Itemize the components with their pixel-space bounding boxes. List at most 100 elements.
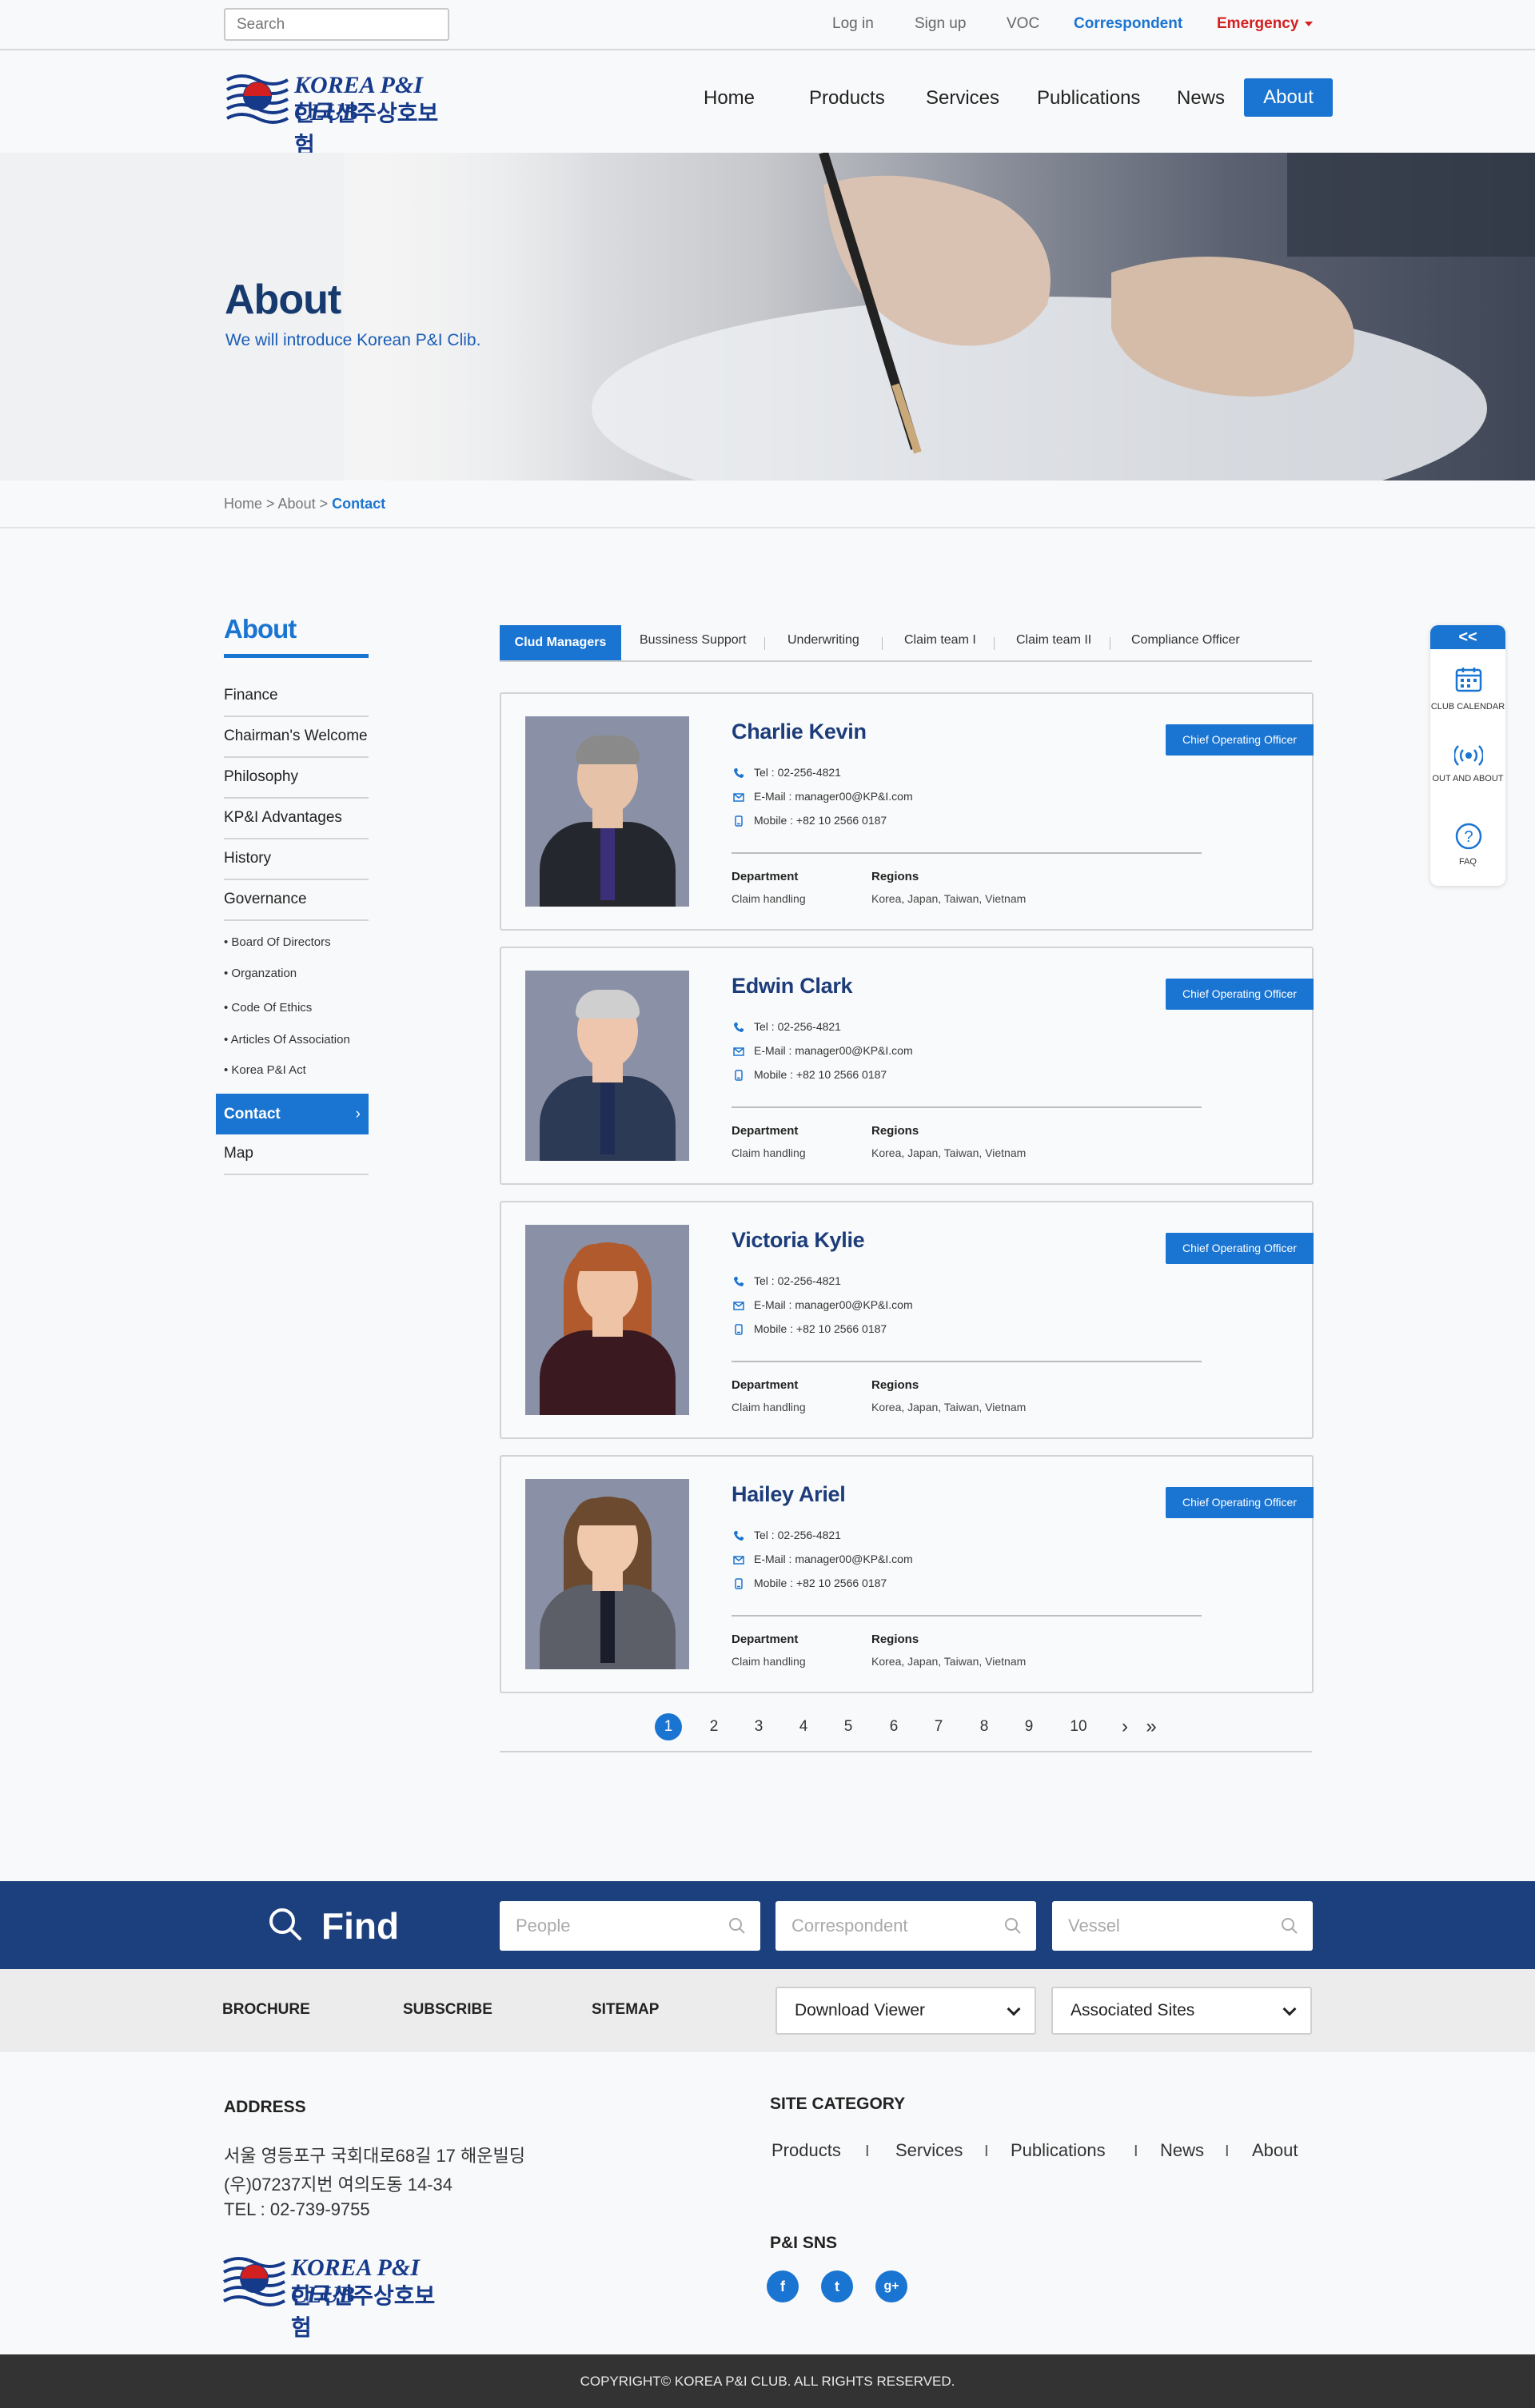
- broadcast-icon[interactable]: [1454, 744, 1483, 767]
- faq-label[interactable]: FAQ: [1430, 857, 1505, 867]
- sidebar-sub-articles[interactable]: • Articles Of Association: [224, 1033, 350, 1047]
- nav-about[interactable]: About: [1244, 78, 1333, 117]
- subscribe-link[interactable]: SUBSCRIBE: [403, 2001, 492, 2019]
- card-divider: [732, 1106, 1202, 1108]
- tab-claim-team-2[interactable]: Claim team II: [1016, 633, 1091, 648]
- nav-services[interactable]: Services: [926, 87, 999, 110]
- sidebar-item-history[interactable]: History: [224, 839, 369, 880]
- footer-logo-text-korean: 한국선주상호보험: [291, 2283, 436, 2340]
- nav-home[interactable]: Home: [704, 87, 755, 110]
- regions-label: Regions: [871, 1124, 919, 1138]
- sidebar-item-finance[interactable]: Finance: [224, 676, 369, 717]
- nav-publications[interactable]: Publications: [1037, 87, 1140, 110]
- page-3[interactable]: 3: [745, 1713, 772, 1740]
- vessel-search-input[interactable]: Vessel: [1052, 1901, 1313, 1951]
- tab-compliance-officer[interactable]: Compliance Officer: [1131, 633, 1240, 648]
- tab-business-support[interactable]: Bussiness Support: [640, 633, 746, 648]
- tab-underwriting[interactable]: Underwriting: [787, 633, 859, 648]
- svg-text:?: ?: [1464, 828, 1473, 846]
- last-page-icon[interactable]: »: [1138, 1713, 1165, 1740]
- page-4[interactable]: 4: [790, 1713, 817, 1740]
- page-10[interactable]: 10: [1065, 1713, 1092, 1740]
- associated-sites-select[interactable]: Associated Sites: [1051, 1987, 1312, 2035]
- footer-link-publications[interactable]: Publications: [1011, 2140, 1106, 2161]
- page-8[interactable]: 8: [971, 1713, 998, 1740]
- site-logo[interactable]: KOREA P&I CLUB 한국선주상호보험: [225, 70, 457, 157]
- contact-tel[interactable]: Tel : 02-256-4821: [754, 1274, 841, 1287]
- calendar-label[interactable]: CLUB CALENDAR: [1430, 702, 1505, 712]
- mobile-icon: [735, 1578, 743, 1589]
- sidebar-item-contact[interactable]: Contact ›: [216, 1094, 369, 1134]
- twitter-icon[interactable]: t: [821, 2270, 853, 2302]
- next-page-icon[interactable]: ›: [1111, 1713, 1138, 1740]
- breadcrumb-path[interactable]: Home > About >: [224, 496, 332, 512]
- sidebar-item-philosophy[interactable]: Philosophy: [224, 758, 369, 799]
- google-plus-icon[interactable]: g+: [875, 2270, 907, 2302]
- sidebar-sub-board[interactable]: • Board Of Directors: [224, 935, 331, 949]
- search-input[interactable]: [224, 8, 449, 41]
- download-viewer-select[interactable]: Download Viewer: [775, 1987, 1036, 2035]
- contact-mobile[interactable]: Mobile : +82 10 2566 0187: [754, 814, 887, 827]
- footer-link-products[interactable]: Products: [771, 2140, 841, 2161]
- role-badge: Chief Operating Officer: [1166, 1233, 1314, 1264]
- calendar-icon[interactable]: [1455, 667, 1482, 692]
- address-line-1: 서울 영등포구 국회대로68길 17 해운빌딩: [224, 2146, 525, 2166]
- tab-club-managers[interactable]: Clud Managers: [500, 625, 621, 660]
- footer-link-about[interactable]: About: [1252, 2140, 1298, 2161]
- contact-tel[interactable]: Tel : 02-256-4821: [754, 766, 841, 779]
- voc-link[interactable]: VOC: [1007, 15, 1039, 33]
- regions-value: Korea, Japan, Taiwan, Vietnam: [871, 1655, 1027, 1668]
- tab-claim-team-1[interactable]: Claim team I: [904, 633, 976, 648]
- sidebar-item-kpi-advantages[interactable]: KP&I Advantages: [224, 799, 369, 839]
- search-icon[interactable]: [728, 1917, 746, 1935]
- page-2[interactable]: 2: [700, 1713, 728, 1740]
- sidebar-sub-korea-pi-act[interactable]: • Korea P&I Act: [224, 1063, 306, 1077]
- email-icon: [733, 1556, 744, 1565]
- footer-link-news[interactable]: News: [1160, 2140, 1204, 2161]
- sidebar-sub-code-of-ethics[interactable]: • Code Of Ethics: [224, 1001, 312, 1015]
- faq-icon[interactable]: ?: [1454, 822, 1483, 851]
- email-icon: [733, 793, 744, 802]
- contact-email[interactable]: E-Mail : manager00@KP&I.com: [754, 1298, 913, 1311]
- out-and-about-label[interactable]: OUT AND ABOUT: [1430, 774, 1505, 783]
- contact-mobile[interactable]: Mobile : +82 10 2566 0187: [754, 1322, 887, 1335]
- hero-subtitle: We will introduce Korean P&I Clib.: [225, 331, 481, 349]
- contact-mobile[interactable]: Mobile : +82 10 2566 0187: [754, 1577, 887, 1589]
- address-line-2: (우)07237지번 여의도동 14-34: [224, 2175, 453, 2195]
- page-5[interactable]: 5: [835, 1713, 862, 1740]
- page-6[interactable]: 6: [880, 1713, 907, 1740]
- chevron-right-icon: ›: [355, 1106, 361, 1122]
- nav-products[interactable]: Products: [809, 87, 885, 110]
- facebook-icon[interactable]: f: [767, 2270, 799, 2302]
- sidebar-sub-organization[interactable]: • Organzation: [224, 967, 297, 980]
- sidebar-item-governance[interactable]: Governance: [224, 880, 369, 921]
- footer-logo[interactable]: KOREA P&I CLUB 한국선주상호보험: [222, 2253, 454, 2340]
- chevron-down-icon: [1282, 2002, 1297, 2016]
- people-search-input[interactable]: People: [500, 1901, 760, 1951]
- page-1[interactable]: 1: [655, 1713, 682, 1740]
- sitemap-link[interactable]: SITEMAP: [592, 2001, 659, 2019]
- page-7[interactable]: 7: [925, 1713, 952, 1740]
- login-link[interactable]: Log in: [832, 15, 874, 33]
- footer-link-services[interactable]: Services: [895, 2140, 963, 2161]
- department-label: Department: [732, 870, 799, 883]
- emergency-dropdown[interactable]: Emergency: [1217, 15, 1314, 33]
- contact-tel[interactable]: Tel : 02-256-4821: [754, 1020, 841, 1033]
- search-icon[interactable]: [1281, 1917, 1298, 1935]
- contact-tel[interactable]: Tel : 02-256-4821: [754, 1529, 841, 1541]
- brochure-link[interactable]: BROCHURE: [222, 2001, 310, 2019]
- collapse-button[interactable]: <<: [1430, 625, 1505, 649]
- contact-mobile[interactable]: Mobile : +82 10 2566 0187: [754, 1068, 887, 1081]
- correspondent-search-input[interactable]: Correspondent: [775, 1901, 1036, 1951]
- nav-news[interactable]: News: [1177, 87, 1225, 110]
- signup-link[interactable]: Sign up: [915, 15, 966, 33]
- correspondent-link[interactable]: Correspondent: [1074, 15, 1182, 33]
- contact-email[interactable]: E-Mail : manager00@KP&I.com: [754, 790, 913, 803]
- contact-email[interactable]: E-Mail : manager00@KP&I.com: [754, 1553, 913, 1565]
- sidebar-item-map[interactable]: Map: [224, 1134, 369, 1175]
- tie: [600, 1082, 615, 1154]
- sidebar-item-chairmans-welcome[interactable]: Chairman's Welcome: [224, 717, 369, 758]
- search-icon[interactable]: [1004, 1917, 1022, 1935]
- contact-email[interactable]: E-Mail : manager00@KP&I.com: [754, 1044, 913, 1057]
- page-9[interactable]: 9: [1015, 1713, 1043, 1740]
